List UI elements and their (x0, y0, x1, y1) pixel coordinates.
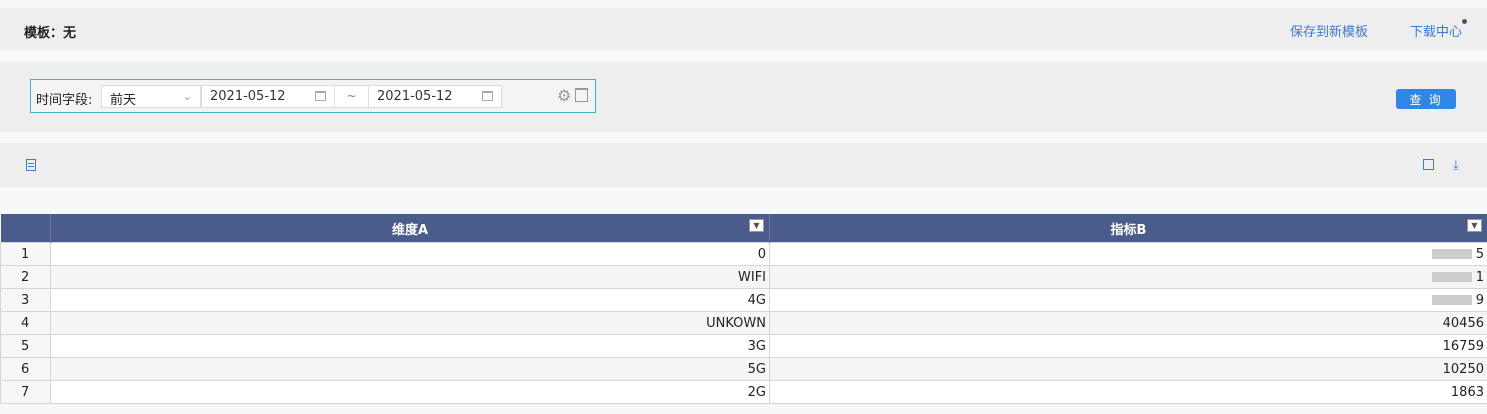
dimension-cell: 4G (50, 288, 770, 312)
metric-cell: 1 (769, 265, 1487, 289)
dimension-cell: 3G (50, 334, 770, 358)
row-index: 3 (0, 288, 51, 312)
column-header-label: 维度A (391, 222, 429, 238)
table-row[interactable]: 6 5G 10250 (0, 357, 1487, 381)
end-date-value: 2021-05-12 (377, 89, 453, 104)
chevron-down-icon: ⌄ (182, 90, 192, 103)
column-header-label: 指标B (1110, 222, 1147, 238)
metric-value: 5 (1475, 246, 1484, 262)
notification-dot-icon (1462, 19, 1467, 24)
data-table: 维度A ▼ 指标B ▼ 1 0 5 2 WIFI 1 3 4G 9 4 UNKO… (0, 214, 1487, 404)
template-label: 模板：无 (24, 26, 77, 41)
metric-value: 9 (1475, 292, 1484, 308)
metric-cell: 1863 (769, 380, 1487, 404)
table-header-row: 维度A ▼ 指标B ▼ (0, 214, 1487, 243)
table-row[interactable]: 5 3G 16759 (0, 334, 1487, 358)
table-row[interactable]: 1 0 5 (0, 242, 1487, 266)
save-to-new-template-link[interactable]: 保存到新模板 (1290, 21, 1368, 40)
column-header-metric: 指标B ▼ (769, 214, 1487, 243)
download-center-link[interactable]: 下载中心 (1410, 21, 1462, 40)
trash-icon[interactable] (575, 88, 588, 102)
row-index: 5 (0, 334, 51, 358)
table-row[interactable]: 2 WIFI 1 (0, 265, 1487, 289)
column-filter-icon[interactable]: ▼ (749, 219, 764, 232)
redaction-mask (1431, 249, 1472, 259)
list-view-icon[interactable] (26, 159, 36, 171)
date-separator: ~ (335, 85, 368, 108)
dimension-cell: 2G (50, 380, 770, 404)
metric-cell: 9 (769, 288, 1487, 312)
time-filter-group: 时间字段: 前天 ⌄ 2021-05-12 ~ 2021-05-12 ⚙ (30, 79, 596, 113)
dimension-cell: UNKOWN (50, 311, 770, 335)
redaction-mask (1431, 295, 1472, 305)
column-header-dimension: 维度A ▼ (50, 214, 770, 243)
time-field-label: 时间字段: (36, 93, 93, 108)
start-date-value: 2021-05-12 (210, 89, 286, 104)
metric-cell: 16759 (769, 334, 1487, 358)
dimension-cell: 0 (50, 242, 770, 266)
row-index: 1 (0, 242, 51, 266)
table-row[interactable]: 3 4G 9 (0, 288, 1487, 312)
dimension-cell: WIFI (50, 265, 770, 289)
filter-bar: 时间字段: 前天 ⌄ 2021-05-12 ~ 2021-05-12 ⚙ 查 询 (0, 62, 1487, 132)
row-index: 2 (0, 265, 51, 289)
dimension-cell: 5G (50, 357, 770, 381)
metric-value: 1 (1475, 269, 1484, 285)
column-filter-icon[interactable]: ▼ (1467, 219, 1482, 232)
calendar-icon (482, 91, 493, 101)
row-index: 7 (0, 380, 51, 404)
redaction-mask (1431, 272, 1472, 282)
export-icon[interactable] (1423, 159, 1434, 170)
row-index: 6 (0, 357, 51, 381)
metric-cell: 40456 (769, 311, 1487, 335)
table-row[interactable]: 7 2G 1863 (0, 380, 1487, 404)
download-icon[interactable]: ⤓ (1453, 158, 1459, 173)
metric-cell: 5 (769, 242, 1487, 266)
table-toolbar: ⤓ (0, 143, 1487, 187)
calendar-icon (315, 91, 326, 101)
start-date-input[interactable]: 2021-05-12 (201, 85, 335, 108)
query-button[interactable]: 查 询 (1396, 89, 1456, 109)
end-date-input[interactable]: 2021-05-12 (368, 85, 502, 108)
gear-icon[interactable]: ⚙ (557, 86, 571, 105)
row-index: 4 (0, 311, 51, 335)
metric-cell: 10250 (769, 357, 1487, 381)
top-bar: 模板：无 保存到新模板 下载中心 (0, 8, 1487, 50)
index-header (0, 214, 51, 243)
table-row[interactable]: 4 UNKOWN 40456 (0, 311, 1487, 335)
time-preset-select[interactable]: 前天 ⌄ (101, 85, 201, 108)
time-preset-value: 前天 (110, 93, 137, 108)
